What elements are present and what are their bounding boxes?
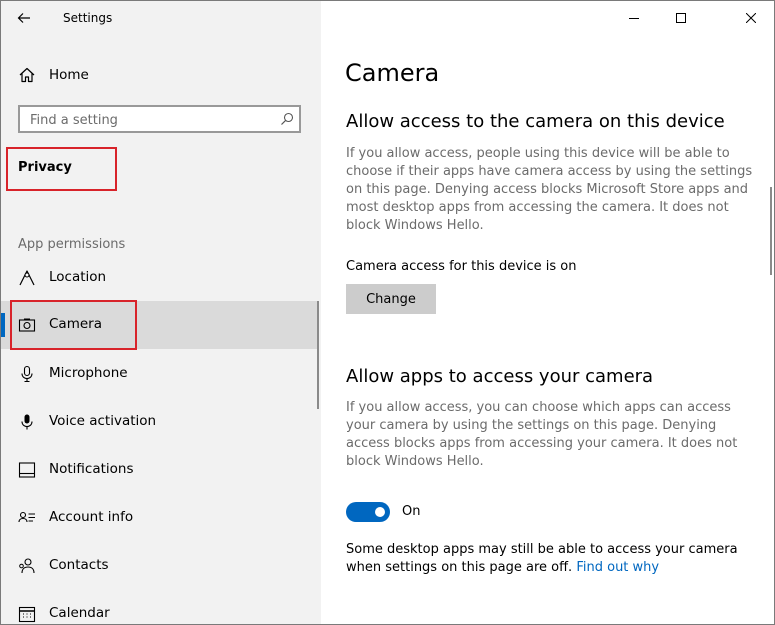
section-title: Privacy [18,160,72,175]
sidebar-item-label: Notifications [49,461,134,477]
search-box[interactable] [18,105,301,133]
notifications-icon [18,462,36,478]
voice-activation-icon [21,414,33,430]
microphone-icon [21,365,33,383]
apps-access-heading: Allow apps to access your camera [346,366,654,387]
main-content: Camera Allow access to the camera on thi… [321,1,774,624]
back-button[interactable] [9,4,39,32]
settings-window: Settings Home Privacy App permissions Lo… [0,0,775,625]
toggle-state-label: On [402,504,421,519]
main-scrollbar[interactable] [770,187,772,275]
apps-camera-toggle[interactable] [346,502,390,522]
calendar-icon [18,606,36,623]
app-permissions-label: App permissions [18,237,126,252]
camera-highlight-box [10,300,137,350]
sidebar: Settings Home Privacy App permissions Lo… [1,1,321,624]
device-access-status: Camera access for this device is on [346,259,577,274]
search-input[interactable] [28,111,272,129]
page-title: Camera [345,59,440,87]
sidebar-item-contacts[interactable]: Contacts [1,542,321,590]
sidebar-item-label: Account info [49,509,134,525]
home-label: Home [49,67,89,83]
app-title: Settings [63,11,113,25]
sidebar-item-label: Calendar [49,605,110,621]
contacts-icon [19,558,35,574]
sidebar-item-calendar[interactable]: Calendar [1,590,321,624]
close-button[interactable] [728,1,774,35]
maximize-icon [676,13,686,23]
sidebar-item-voice-activation[interactable]: Voice activation [1,398,321,446]
device-access-heading: Allow access to the camera on this devic… [346,111,725,132]
sidebar-item-notifications[interactable]: Notifications [1,446,321,494]
desktop-apps-note: Some desktop apps may still be able to a… [346,541,766,577]
location-icon [19,270,35,286]
sidebar-item-label: Voice activation [49,413,157,429]
back-arrow-icon [17,13,30,23]
sidebar-item-label: Location [49,269,107,285]
note-text: Some desktop apps may still be able to a… [346,542,738,575]
close-icon [746,13,756,23]
sidebar-item-label: Microphone [49,365,128,381]
minimize-icon [629,18,639,19]
maximize-button[interactable] [658,1,704,35]
minimize-button[interactable] [611,1,657,35]
sidebar-item-label: Contacts [49,557,109,573]
sidebar-scrollbar[interactable] [317,301,319,409]
change-button[interactable]: Change [346,284,436,314]
sidebar-item-account-info[interactable]: Account info [1,494,321,542]
sidebar-item-microphone[interactable]: Microphone [1,350,321,398]
home-icon [19,67,35,83]
home-nav-item[interactable]: Home [1,59,321,91]
account-info-icon [18,511,35,523]
sidebar-item-location[interactable]: Location [1,254,321,302]
find-out-why-link[interactable]: Find out why [576,560,659,575]
device-access-description: If you allow access, people using this d… [346,146,753,233]
title-bar: Settings [1,1,321,35]
apps-access-description: If you allow access, you can choose whic… [346,400,738,469]
search-icon[interactable] [280,112,294,126]
toggle-knob [375,507,385,517]
